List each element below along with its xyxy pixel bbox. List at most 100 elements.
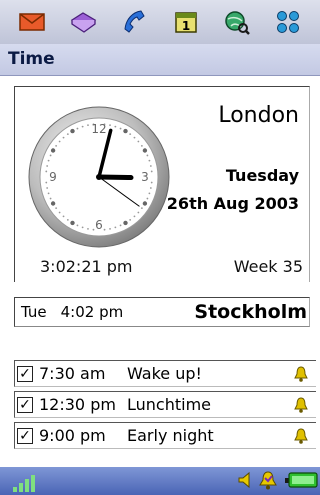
- home-city: London: [218, 103, 299, 128]
- mail-icon[interactable]: [15, 5, 49, 39]
- clock-hour-mark: [123, 220, 128, 226]
- clock-minute-mark: [137, 140, 140, 143]
- clock-minute-mark: [148, 159, 151, 162]
- clock-minute-mark: [109, 124, 111, 127]
- clock-minute-mark: [76, 127, 79, 130]
- alarm-label: Lunchtime: [127, 395, 211, 414]
- diary-book-icon[interactable]: [66, 5, 100, 39]
- clock-hour-hand: [96, 174, 134, 181]
- world-time: 4:02 pm: [60, 303, 124, 321]
- clock-minute-mark: [150, 170, 153, 173]
- clock-minute-mark: [66, 133, 69, 136]
- clock-minute-mark: [58, 140, 61, 143]
- clock-minute-mark: [133, 136, 136, 139]
- clock-minute-mark: [119, 127, 122, 130]
- calendar-day-number: 1: [181, 19, 189, 33]
- app-toolbar: 1: [0, 0, 320, 44]
- apps-grid-icon[interactable]: [271, 5, 305, 39]
- clock-minute-mark: [140, 144, 143, 147]
- bell-icon: [294, 366, 308, 386]
- alarm-checkbox[interactable]: ✓: [17, 427, 33, 444]
- alarm-label: Early night: [127, 426, 214, 445]
- alarm-time: 9:00 pm: [39, 426, 106, 445]
- signal-strength-icon: [12, 471, 40, 495]
- world-clock-row[interactable]: Tue 4:02 pm Stockholm: [14, 297, 310, 327]
- clock-minute-mark: [140, 207, 143, 210]
- clock-minute-mark: [133, 215, 136, 218]
- clock-minute-mark: [47, 192, 50, 195]
- clock-numeral-3: 3: [141, 170, 149, 184]
- clock-minute-mark: [62, 215, 65, 218]
- clock-minute-mark: [119, 224, 122, 227]
- phone-icon[interactable]: [117, 5, 151, 39]
- clock-minute-mark: [150, 181, 153, 184]
- page-title: Time: [8, 49, 55, 69]
- clock-minute-mark: [66, 218, 69, 221]
- clock-hour-mark: [50, 201, 56, 206]
- clock-minute-mark: [45, 181, 48, 184]
- status-icons: [238, 470, 318, 494]
- clock-minute-mark: [92, 228, 95, 231]
- clock-hour-mark: [70, 220, 75, 226]
- clock-minute-mark: [81, 226, 84, 229]
- alarm-list: ✓ 7:30 am Wake up! ✓ 12:30 pm Lunchtime …: [14, 360, 316, 453]
- clock-minute-mark: [103, 228, 106, 231]
- date: 26th Aug 2003: [166, 194, 299, 213]
- bell-icon: [294, 397, 308, 417]
- digital-time: 3:02:21 pm: [40, 257, 133, 276]
- clock-minute-mark: [46, 187, 49, 189]
- alarm-time: 7:30 am: [39, 364, 106, 383]
- clock-minute-mark: [137, 211, 140, 214]
- clock-minute-mark: [87, 227, 89, 230]
- bell-icon: [294, 428, 308, 448]
- clock-hour-mark: [142, 201, 148, 206]
- clock-minute-mark: [47, 159, 50, 162]
- weekday: Tuesday: [225, 166, 299, 185]
- clock-minute-mark: [149, 187, 152, 189]
- alarm-row[interactable]: ✓ 12:30 pm Lunchtime: [14, 391, 316, 418]
- alarm-label: Wake up!: [127, 364, 202, 383]
- clock-numeral-12: 12: [91, 122, 106, 136]
- clock-minute-mark: [129, 218, 132, 221]
- clock-hour-mark: [123, 128, 128, 134]
- clock-numeral-9: 9: [49, 170, 57, 184]
- alarm-row[interactable]: ✓ 9:00 pm Early night: [14, 422, 316, 449]
- clock-minute-mark: [81, 125, 84, 128]
- alarm-time: 12:30 pm: [39, 395, 116, 414]
- battery-icon: [284, 471, 318, 493]
- clock-minute-mark: [49, 197, 52, 200]
- analog-clock: 12 3 6 9: [28, 106, 170, 248]
- clock-hour-mark: [142, 148, 148, 153]
- speaker-icon[interactable]: [238, 471, 252, 493]
- clock-minute-mark: [146, 154, 149, 157]
- calendar-icon[interactable]: 1: [169, 5, 203, 39]
- title-bar: Time: [0, 44, 320, 76]
- clock-minute-mark: [149, 165, 152, 167]
- clock-minute-mark: [55, 144, 58, 147]
- world-day: Tue: [21, 303, 47, 321]
- clock-minute-mark: [62, 136, 65, 139]
- clock-minute-mark: [45, 170, 48, 173]
- clock-center-pin: [96, 174, 102, 180]
- alarm-row[interactable]: ✓ 7:30 am Wake up!: [14, 360, 316, 387]
- alarm-checkbox[interactable]: ✓: [17, 396, 33, 413]
- alarm-checkbox[interactable]: ✓: [17, 365, 33, 382]
- clock-hour-mark: [70, 128, 75, 134]
- web-globe-icon[interactable]: [220, 5, 254, 39]
- clock-hour-mark: [50, 148, 56, 153]
- clock-minute-mark: [76, 224, 79, 227]
- week-number: Week 35: [233, 257, 303, 276]
- clock-minute-mark: [129, 133, 132, 136]
- clock-minute-mark: [114, 125, 117, 128]
- clock-minute-mark: [148, 192, 151, 195]
- clock-minute-mark: [109, 227, 111, 230]
- status-bar: [0, 467, 320, 495]
- alarm-bell-status-icon[interactable]: [256, 470, 280, 494]
- clock-minute-mark: [87, 124, 89, 127]
- clock-minute-mark: [46, 165, 49, 167]
- home-clock-panel[interactable]: 12 3 6 9 London Tuesday 26th Aug 2003 3:…: [14, 86, 310, 282]
- world-city: Stockholm: [194, 301, 307, 323]
- clock-minute-mark: [49, 154, 52, 157]
- clock-minute-mark: [55, 207, 58, 210]
- clock-numeral-6: 6: [95, 218, 103, 232]
